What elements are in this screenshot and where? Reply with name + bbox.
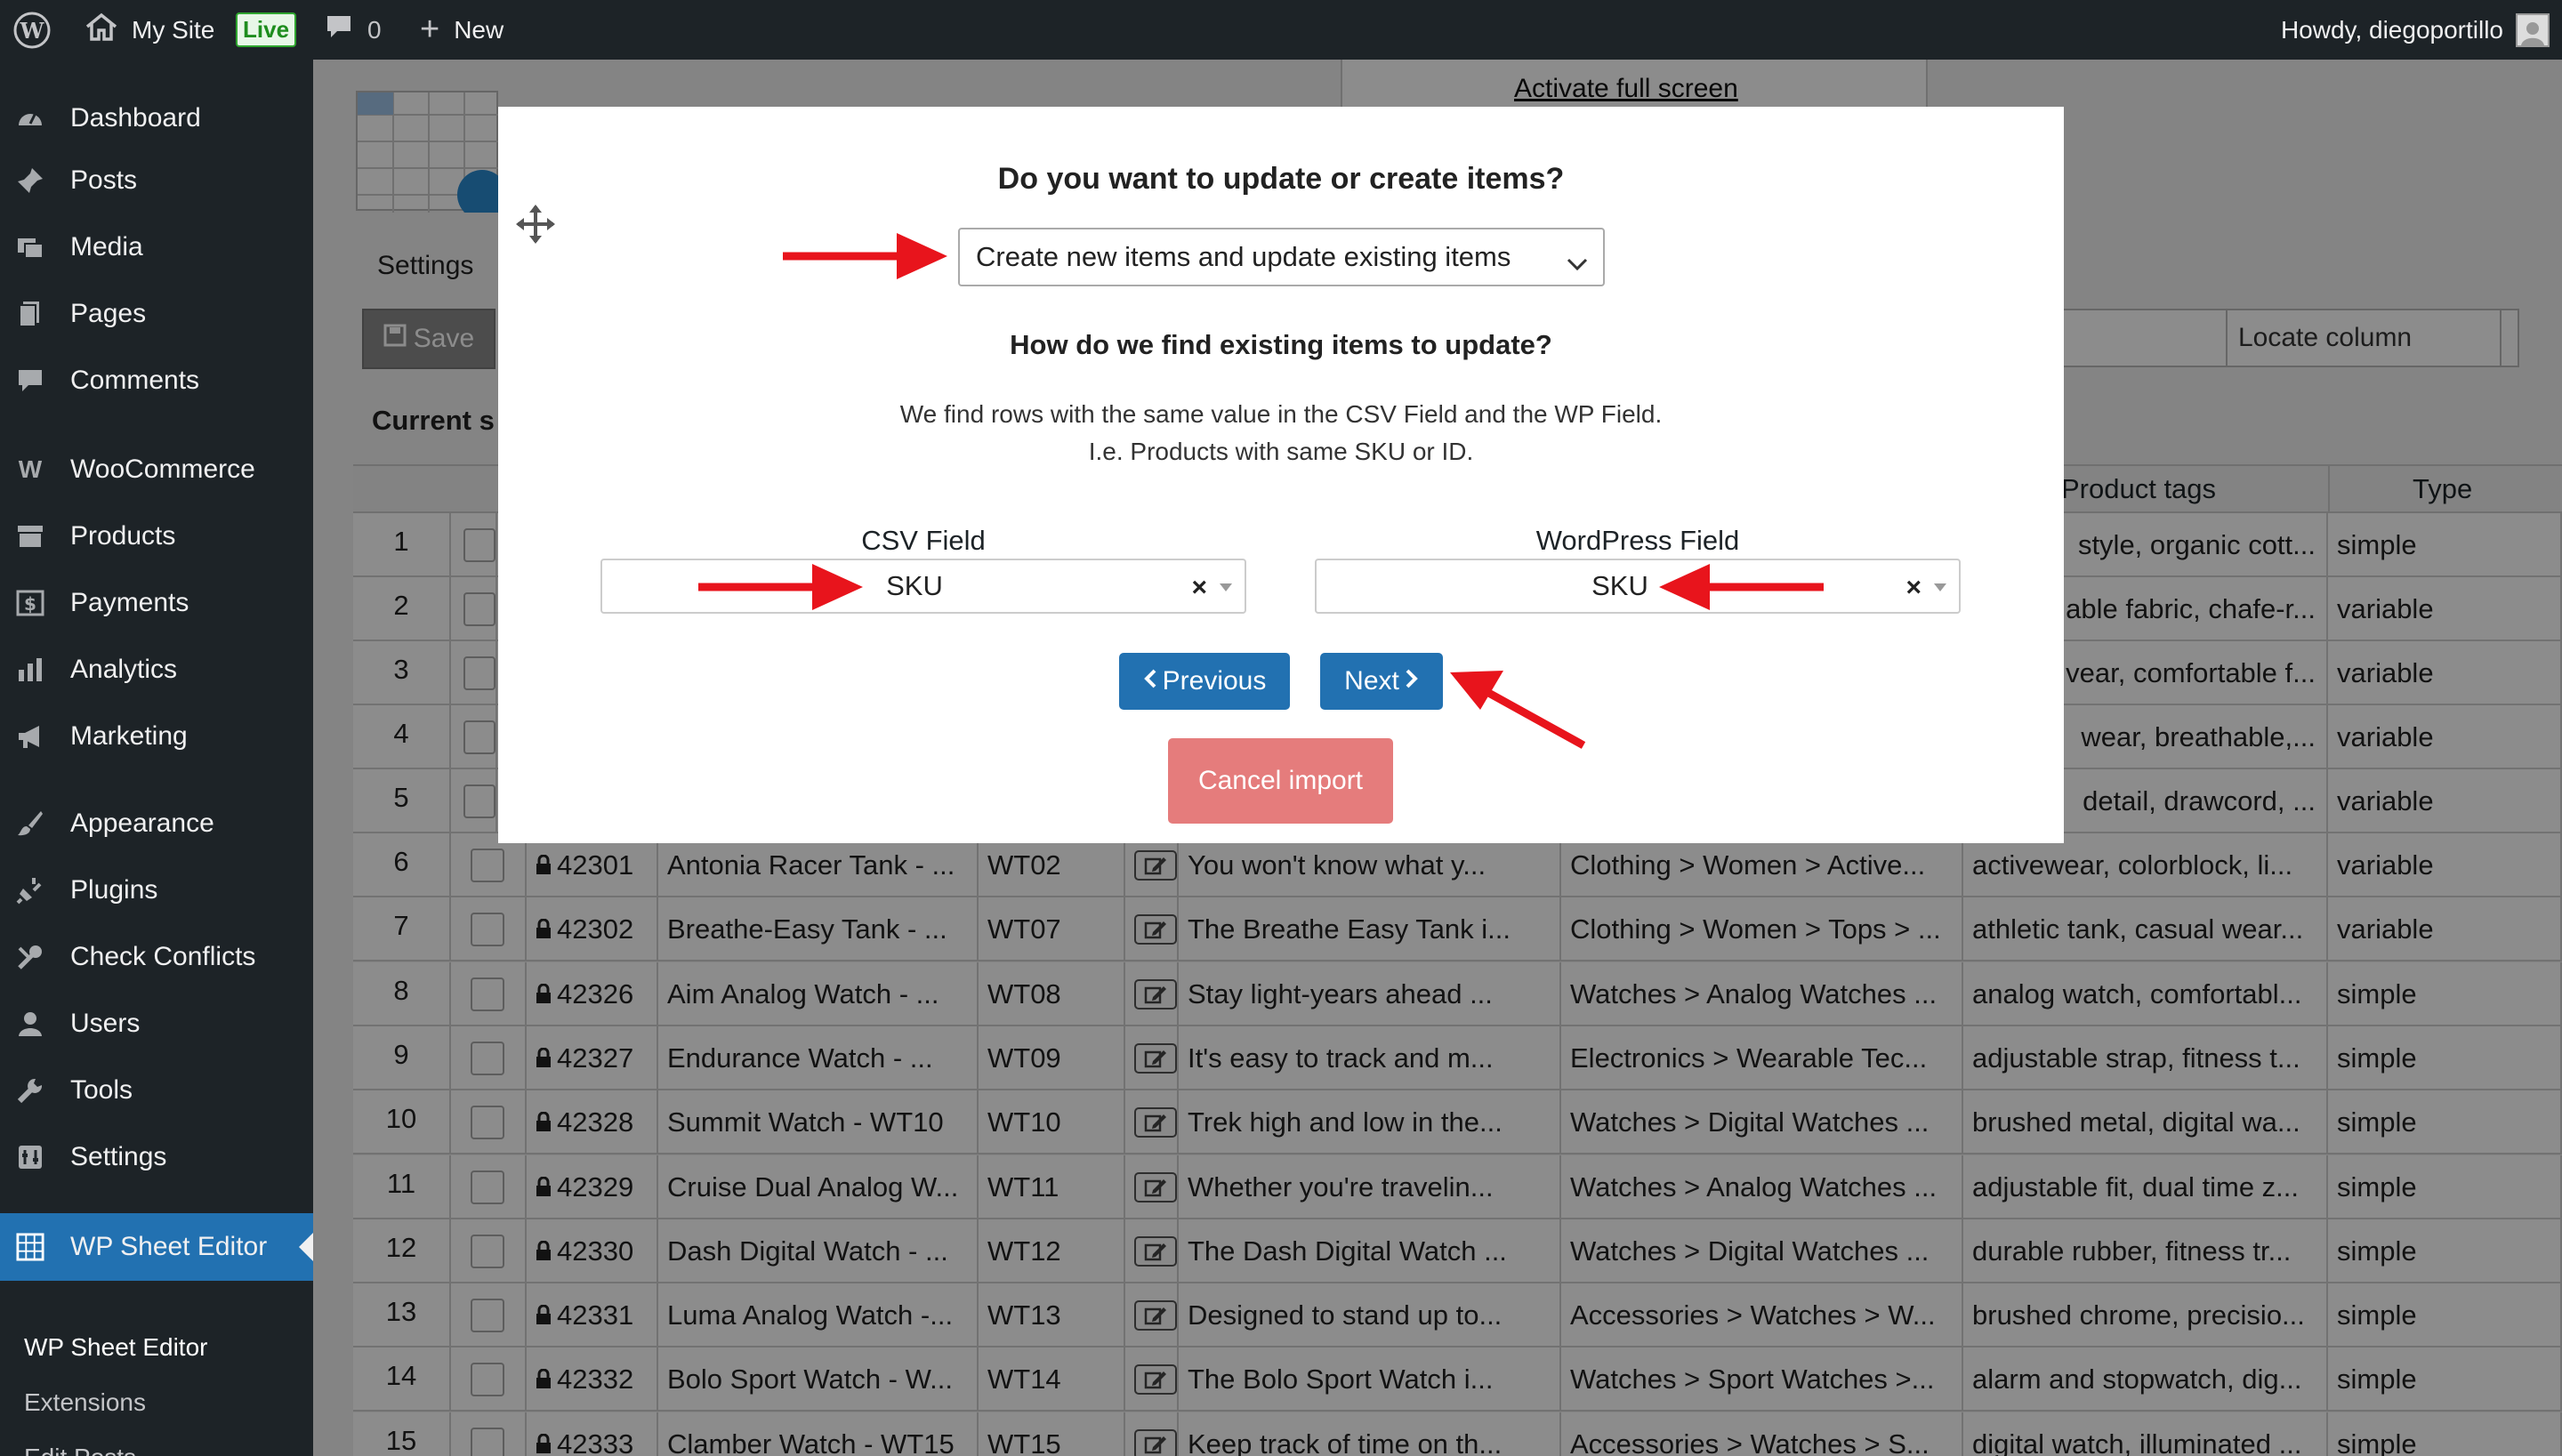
annotation-arrow-wordpress	[1659, 564, 1824, 610]
dollar-icon: $	[16, 589, 44, 617]
svg-text:W: W	[20, 18, 45, 44]
previous-button[interactable]: Previous	[1119, 653, 1290, 710]
settings-icon	[16, 1143, 44, 1171]
woo-icon: W	[18, 455, 43, 483]
pages-icon	[16, 300, 44, 328]
submenu-wp-sheet-editor[interactable]: WP Sheet Editor	[24, 1333, 207, 1362]
wordpress-field-label: WordPress Field	[1535, 525, 1740, 556]
dropdown-caret-icon	[1220, 583, 1232, 591]
sheet-icon	[16, 1233, 44, 1261]
svg-text:$: $	[24, 593, 36, 615]
home-icon	[85, 12, 117, 47]
comments-link[interactable]: 0	[325, 0, 382, 60]
megaphone-icon	[16, 722, 44, 751]
chevron-left-icon	[1143, 666, 1157, 696]
archive-icon	[16, 522, 44, 551]
plus-icon: +	[420, 11, 440, 48]
comment-bubble-icon	[325, 13, 353, 46]
my-account-link[interactable]: Howdy, diegoportillo	[2281, 0, 2550, 60]
sidebar-item-media[interactable]: Media	[0, 221, 313, 274]
bar-chart-icon	[16, 656, 44, 684]
live-badge: Live	[236, 12, 297, 47]
find-items-title: How do we find existing items to update?	[1010, 329, 1552, 360]
sidebar-item-analytics[interactable]: Analytics	[0, 643, 313, 696]
clear-icon[interactable]: ×	[1191, 573, 1207, 603]
admin-bar: W My Site Live 0 + New Howdy, diegoporti…	[0, 0, 2562, 60]
comment-icon	[16, 366, 44, 395]
submenu-edit-posts[interactable]: Edit Posts	[24, 1444, 136, 1456]
move-handle-icon[interactable]	[516, 205, 555, 248]
comments-count: 0	[367, 15, 382, 44]
update-mode-select[interactable]: Create new items and update existing ite…	[958, 228, 1605, 286]
dashboard-icon	[16, 104, 44, 133]
cancel-import-button[interactable]: Cancel import	[1168, 738, 1393, 824]
csv-field-select[interactable]: SKU ×	[600, 559, 1246, 614]
new-content-link[interactable]: + New	[420, 0, 504, 60]
admin-sidebar: Dashboard Posts Media Pages Comments W Wo…	[0, 60, 313, 1456]
media-icon	[16, 233, 44, 261]
explanation-line-1: We find rows with the same value in the …	[899, 400, 1663, 428]
sidebar-item-appearance[interactable]: Appearance	[0, 797, 313, 850]
chevron-right-icon	[1405, 666, 1419, 696]
sidebar-item-comments[interactable]: Comments	[0, 354, 313, 407]
sidebar-item-settings[interactable]: Settings	[0, 1130, 313, 1184]
wordpress-logo-icon[interactable]: W	[12, 0, 52, 60]
sidebar-item-marketing[interactable]: Marketing	[0, 710, 313, 763]
sidebar-item-posts[interactable]: Posts	[0, 154, 313, 207]
sidebar-item-payments[interactable]: $ Payments	[0, 576, 313, 630]
wordpress-field-select[interactable]: SKU ×	[1315, 559, 1961, 614]
annotation-arrow-mode	[783, 233, 947, 279]
import-modal: Do you want to update or create items? C…	[498, 107, 2064, 843]
csv-field-label: CSV Field	[861, 525, 986, 556]
plug-icon	[16, 876, 44, 905]
new-label: New	[454, 15, 504, 44]
pin-icon	[16, 166, 44, 195]
current-menu-arrow	[299, 1233, 313, 1261]
chevron-down-icon	[1566, 247, 1589, 279]
dropdown-caret-icon	[1934, 583, 1946, 591]
annotation-arrow-next	[1450, 671, 1586, 749]
sidebar-item-dashboard[interactable]: Dashboard	[0, 92, 313, 145]
submenu-extensions[interactable]: Extensions	[24, 1388, 146, 1417]
sidebar-item-tools[interactable]: Tools	[0, 1064, 313, 1117]
sidebar-item-pages[interactable]: Pages	[0, 287, 313, 341]
sidebar-item-users[interactable]: Users	[0, 997, 313, 1050]
sidebar-item-woocommerce[interactable]: W WooCommerce	[0, 443, 313, 496]
site-name: My Site	[132, 15, 215, 44]
clear-icon[interactable]: ×	[1905, 573, 1922, 603]
site-home-link[interactable]: My Site	[85, 0, 214, 60]
sidebar-item-check-conflicts[interactable]: Check Conflicts	[0, 930, 313, 984]
user-icon	[16, 1010, 44, 1038]
next-button[interactable]: Next	[1320, 653, 1443, 710]
avatar	[2516, 12, 2550, 47]
tools-icon	[16, 943, 44, 971]
explanation-line-2: I.e. Products with same SKU or ID.	[1088, 438, 1474, 465]
wrench-icon	[16, 1076, 44, 1105]
modal-question: Do you want to update or create items?	[997, 162, 1565, 196]
sidebar-item-wp-sheet-editor[interactable]: WP Sheet Editor	[0, 1213, 313, 1281]
sidebar-item-products[interactable]: Products	[0, 510, 313, 563]
sidebar-item-plugins[interactable]: Plugins	[0, 864, 313, 917]
annotation-arrow-csv	[698, 564, 863, 610]
howdy-text: Howdy, diegoportillo	[2280, 15, 2503, 44]
brush-icon	[16, 809, 44, 838]
